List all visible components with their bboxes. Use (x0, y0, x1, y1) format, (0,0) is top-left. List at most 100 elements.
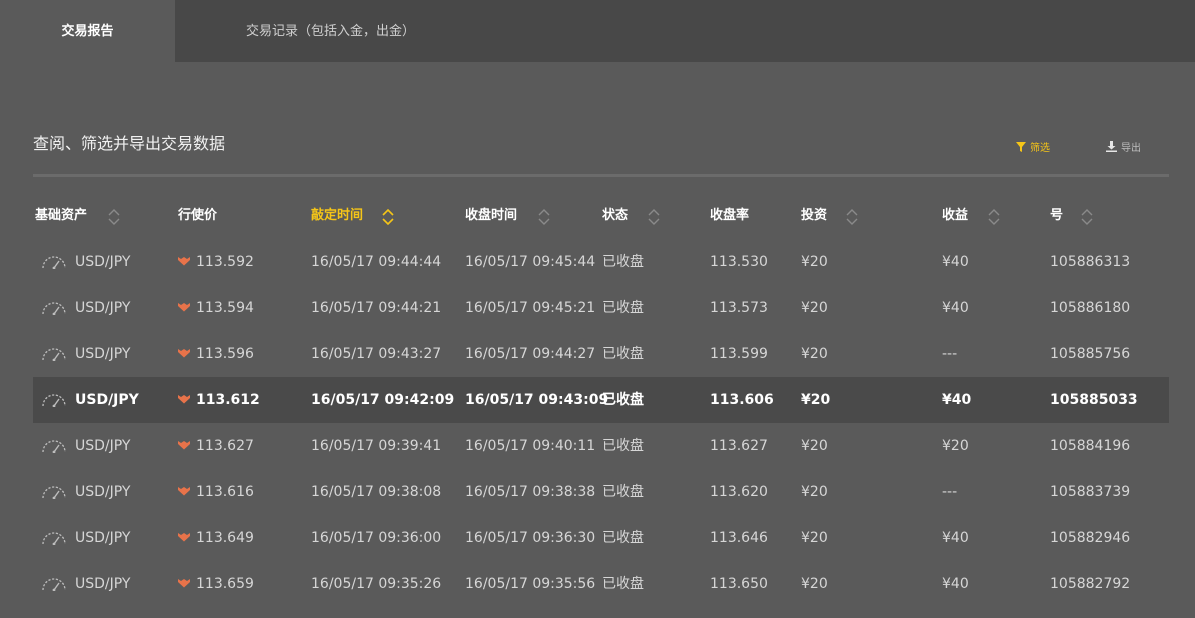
trade-id: 105884196 (1050, 438, 1131, 454)
tab-trade-report[interactable]: 交易报告 (0, 0, 175, 62)
asset-name: USD/JPY (75, 392, 139, 408)
investment: ¥20 (801, 576, 828, 592)
open-time: 16/05/17 09:35:26 (311, 576, 442, 592)
investment: ¥20 (801, 484, 828, 500)
close-rate: 113.627 (710, 438, 768, 454)
investment: ¥20 (801, 392, 831, 408)
payout: --- (942, 484, 958, 500)
close-time: 16/05/17 09:35:56 (465, 576, 596, 592)
trades-table: 基础资产 行使价 敲定时间 收盘时间 状态 收盘率 投资 收益 号 USD/JP… (33, 193, 1169, 607)
status: 已收盘 (602, 346, 644, 362)
sort-icon[interactable] (538, 208, 550, 226)
strike-price: 113.592 (196, 254, 254, 270)
investment: ¥20 (801, 530, 828, 546)
down-arrow-icon (178, 239, 190, 285)
open-time: 16/05/17 09:36:00 (311, 530, 442, 546)
asset-name: USD/JPY (75, 438, 131, 454)
column-header-open-time[interactable]: 敲定时间 (311, 193, 363, 239)
tab-trade-history[interactable]: 交易记录（包括入金，出金） (175, 0, 505, 62)
column-header-strike: 行使价 (178, 208, 218, 223)
close-time: 16/05/17 09:43:09 (465, 392, 609, 408)
column-header-payout[interactable]: 收益 (942, 193, 968, 239)
asset-name: USD/JPY (75, 300, 131, 316)
column-header-id[interactable]: 号 (1050, 193, 1063, 239)
close-rate: 113.573 (710, 300, 768, 316)
strike-price: 113.616 (196, 484, 254, 500)
down-arrow-icon (178, 377, 190, 423)
status: 已收盘 (602, 438, 644, 454)
open-time: 16/05/17 09:44:21 (311, 300, 442, 316)
speedometer-icon (41, 577, 67, 591)
tab-bar: 交易报告 交易记录（包括入金，出金） (0, 0, 1195, 62)
down-arrow-icon (178, 469, 190, 515)
down-arrow-icon (178, 515, 190, 561)
speedometer-icon (41, 301, 67, 315)
close-time: 16/05/17 09:38:38 (465, 484, 596, 500)
export-button[interactable]: 导出 (1106, 139, 1141, 154)
sort-icon[interactable] (108, 208, 120, 226)
table-row[interactable]: USD/JPY 113.649 16/05/17 09:36:00 16/05/… (33, 515, 1169, 561)
close-rate: 113.606 (710, 392, 774, 408)
table-row[interactable]: USD/JPY 113.616 16/05/17 09:38:08 16/05/… (33, 469, 1169, 515)
close-rate: 113.646 (710, 530, 768, 546)
table-row[interactable]: USD/JPY 113.592 16/05/17 09:44:44 16/05/… (33, 239, 1169, 285)
status: 已收盘 (602, 484, 644, 500)
column-header-asset[interactable]: 基础资产 (35, 193, 87, 239)
trade-id: 105883739 (1050, 484, 1131, 500)
export-label: 导出 (1121, 143, 1141, 154)
payout: ¥40 (942, 300, 969, 316)
sort-icon[interactable] (1081, 208, 1093, 226)
table-row[interactable]: USD/JPY 113.627 16/05/17 09:39:41 16/05/… (33, 423, 1169, 469)
column-header-status[interactable]: 状态 (602, 193, 628, 239)
speedometer-icon (41, 393, 67, 407)
open-time: 16/05/17 09:44:44 (311, 254, 442, 270)
close-time: 16/05/17 09:44:27 (465, 346, 596, 362)
sort-icon[interactable] (648, 208, 660, 226)
table-row[interactable]: USD/JPY 113.659 16/05/17 09:35:26 16/05/… (33, 561, 1169, 607)
payout: --- (942, 346, 958, 362)
payout: ¥40 (942, 576, 969, 592)
trade-id: 105885756 (1050, 346, 1131, 362)
open-time: 16/05/17 09:38:08 (311, 484, 442, 500)
divider (33, 174, 1169, 177)
asset-name: USD/JPY (75, 530, 131, 546)
table-body: USD/JPY 113.592 16/05/17 09:44:44 16/05/… (33, 239, 1169, 607)
asset-name: USD/JPY (75, 484, 131, 500)
strike-price: 113.594 (196, 300, 254, 316)
trade-id: 105885033 (1050, 392, 1138, 408)
table-row[interactable]: USD/JPY 113.596 16/05/17 09:43:27 16/05/… (33, 331, 1169, 377)
sort-active-icon[interactable] (382, 208, 394, 226)
column-header-close-rate: 收盘率 (710, 208, 750, 223)
investment: ¥20 (801, 438, 828, 454)
close-time: 16/05/17 09:40:11 (465, 438, 596, 454)
table-header: 基础资产 行使价 敲定时间 收盘时间 状态 收盘率 投资 收益 号 (33, 193, 1169, 239)
sort-icon[interactable] (846, 208, 858, 226)
open-time: 16/05/17 09:42:09 (311, 392, 455, 408)
close-rate: 113.650 (710, 576, 768, 592)
strike-price: 113.649 (196, 530, 254, 546)
trade-id: 105886313 (1050, 254, 1131, 270)
column-header-close-time[interactable]: 收盘时间 (465, 193, 517, 239)
status: 已收盘 (602, 530, 644, 546)
investment: ¥20 (801, 254, 828, 270)
down-arrow-icon (178, 331, 190, 377)
payout: ¥40 (942, 254, 969, 270)
column-header-investment[interactable]: 投资 (801, 193, 827, 239)
filter-icon (1016, 141, 1026, 152)
trade-id: 105886180 (1050, 300, 1131, 316)
close-time: 16/05/17 09:36:30 (465, 530, 596, 546)
speedometer-icon (41, 531, 67, 545)
investment: ¥20 (801, 300, 828, 316)
sort-icon[interactable] (988, 208, 1000, 226)
down-arrow-icon (178, 561, 190, 607)
payout: ¥40 (942, 392, 972, 408)
asset-name: USD/JPY (75, 254, 131, 270)
open-time: 16/05/17 09:39:41 (311, 438, 442, 454)
filter-button[interactable]: 筛选 (1016, 139, 1050, 154)
table-row[interactable]: USD/JPY 113.594 16/05/17 09:44:21 16/05/… (33, 285, 1169, 331)
table-row[interactable]: USD/JPY 113.612 16/05/17 09:42:09 16/05/… (33, 377, 1169, 423)
trade-id: 105882792 (1050, 576, 1131, 592)
close-rate: 113.599 (710, 346, 768, 362)
payout: ¥20 (942, 438, 969, 454)
status: 已收盘 (602, 392, 644, 408)
